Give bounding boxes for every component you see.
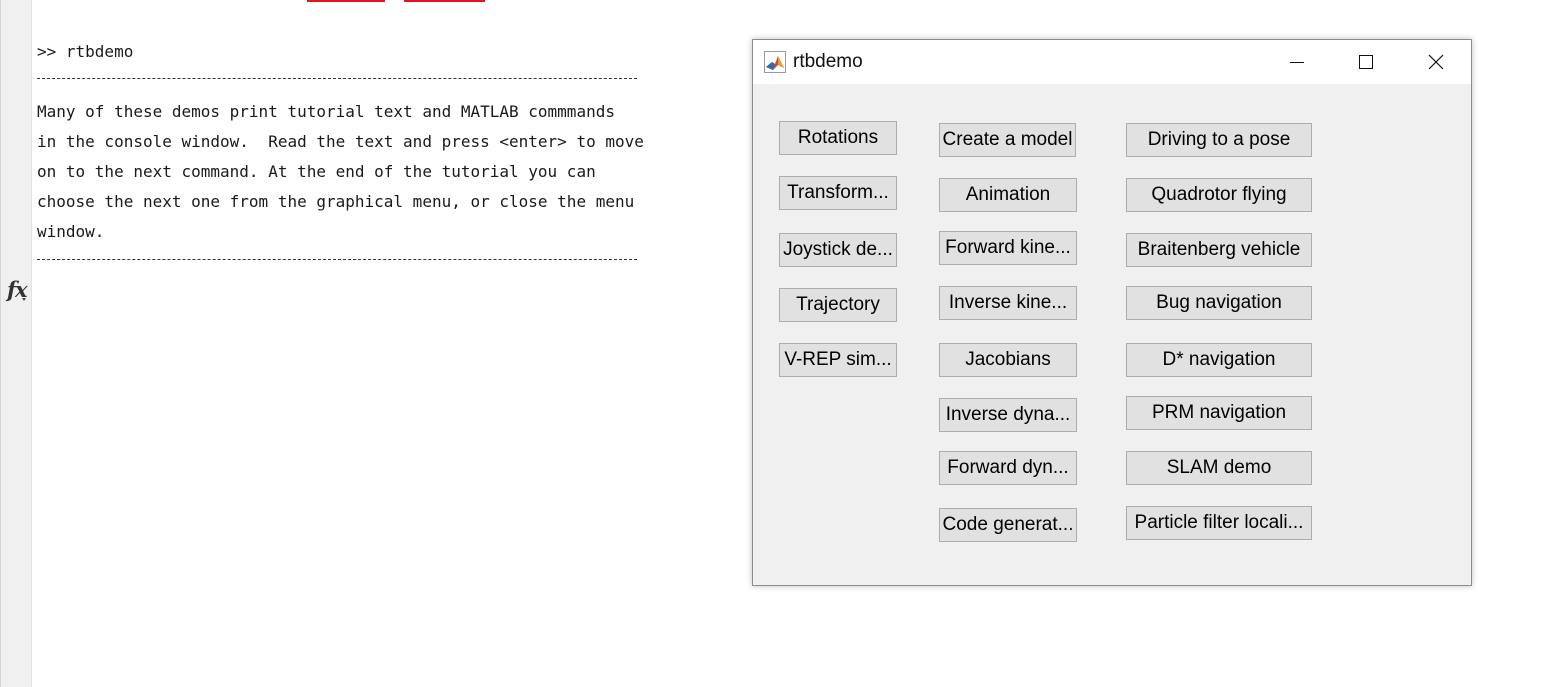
rtbdemo-window: rtbdemo Rotations Transform... Joystick … (752, 39, 1472, 586)
red-highlight-mark (307, 0, 385, 2)
matlab-logo-icon (764, 51, 786, 73)
transforms-demo-button[interactable]: Transform... (779, 176, 897, 210)
close-icon (1428, 54, 1444, 70)
vrep-simulator-demo-button[interactable]: V-REP sim... (779, 343, 897, 377)
tutorial-line: on to the next command. At the end of th… (37, 162, 596, 181)
tutorial-line: Many of these demos print tutorial text … (37, 102, 615, 121)
inverse-kinematics-demo-button[interactable]: Inverse kine... (939, 286, 1077, 320)
quadrotor-flying-demo-button[interactable]: Quadrotor flying (1126, 178, 1312, 212)
slam-demo-button[interactable]: SLAM demo (1126, 451, 1312, 485)
animation-demo-button[interactable]: Animation (939, 178, 1077, 212)
minimize-button[interactable] (1262, 40, 1332, 84)
maximize-icon (1359, 55, 1373, 69)
window-titlebar[interactable]: rtbdemo (753, 40, 1471, 84)
driving-to-pose-demo-button[interactable]: Driving to a pose (1126, 123, 1312, 157)
minimize-icon (1290, 62, 1304, 63)
maximize-button[interactable] (1331, 40, 1401, 84)
tutorial-line: choose the next one from the graphical m… (37, 192, 635, 211)
jacobians-demo-button[interactable]: Jacobians (939, 343, 1077, 377)
create-model-demo-button[interactable]: Create a model (939, 123, 1076, 157)
command-window-gutter (0, 0, 32, 687)
joystick-demo-button[interactable]: Joystick de... (779, 233, 897, 267)
trajectory-demo-button[interactable]: Trajectory (779, 288, 897, 322)
separator-dashes (37, 78, 637, 79)
dstar-navigation-demo-button[interactable]: D* navigation (1126, 343, 1312, 377)
tutorial-line: in the console window. Read the text and… (37, 132, 644, 151)
tutorial-line: window. (37, 222, 105, 241)
bug-navigation-demo-button[interactable]: Bug navigation (1126, 286, 1312, 320)
braitenberg-vehicle-demo-button[interactable]: Braitenberg vehicle (1126, 233, 1312, 267)
forward-kinematics-demo-button[interactable]: Forward kine... (939, 231, 1077, 265)
window-title: rtbdemo (793, 51, 863, 72)
close-button[interactable] (1401, 40, 1471, 84)
particle-filter-localization-demo-button[interactable]: Particle filter locali... (1126, 506, 1312, 540)
command-prompt-line: >> rtbdemo (37, 42, 134, 61)
inverse-dynamics-demo-button[interactable]: Inverse dyna... (939, 398, 1077, 432)
forward-dynamics-demo-button[interactable]: Forward dyn... (939, 451, 1077, 485)
rotations-demo-button[interactable]: Rotations (779, 121, 897, 155)
separator-dashes (37, 259, 637, 260)
prm-navigation-demo-button[interactable]: PRM navigation (1126, 396, 1312, 430)
red-highlight-mark (404, 0, 485, 2)
fx-dropdown-caret-icon[interactable] (22, 298, 26, 301)
code-generation-demo-button[interactable]: Code generat... (939, 508, 1077, 542)
